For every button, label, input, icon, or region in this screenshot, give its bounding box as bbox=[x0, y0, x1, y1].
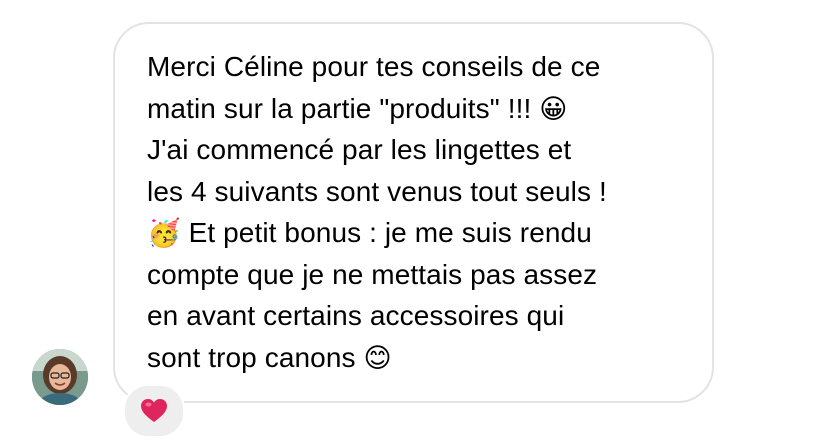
message-text: Merci Céline pour tes conseils de ce mat… bbox=[147, 46, 697, 378]
message-line: J'ai commencé par les lingettes et bbox=[147, 134, 572, 165]
partying-face-emoji-icon: 🥳 bbox=[147, 218, 181, 249]
smiling-face-emoji-icon: 😊 bbox=[363, 342, 392, 374]
message-line: matin sur la partie "produits" !!! 😀 bbox=[147, 92, 568, 125]
avatar-photo bbox=[32, 349, 88, 405]
grinning-face-emoji-icon: 😀 bbox=[539, 93, 568, 125]
message-line: Merci Céline pour tes conseils de ce bbox=[147, 51, 601, 82]
message-line: sont trop canons 😊 bbox=[147, 341, 392, 374]
message-line: compte que je ne mettais pas assez bbox=[147, 258, 598, 290]
heart-icon bbox=[141, 399, 167, 422]
message-line: 🥳 Et petit bonus : je me suis rendu bbox=[147, 217, 592, 249]
message-line: les 4 suivants sont venus tout seuls ! bbox=[147, 175, 607, 207]
heart-reaction-badge[interactable] bbox=[123, 384, 185, 438]
message-bubble[interactable]: Merci Céline pour tes conseils de ce mat… bbox=[113, 22, 714, 403]
sender-avatar[interactable] bbox=[32, 349, 88, 405]
message-line: en avant certains accessoires qui bbox=[147, 300, 565, 331]
